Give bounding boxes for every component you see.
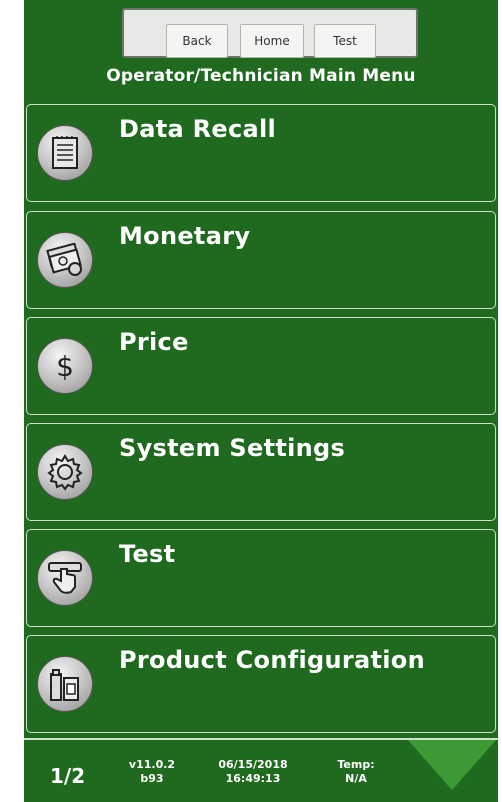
main-menu-screen: Back Home Test Operator/Technician Main … xyxy=(24,0,498,802)
page-indicator: 1/2 xyxy=(50,764,86,788)
menu-item-label: Product Configuration xyxy=(119,646,425,674)
menu-item-label: Monetary xyxy=(119,222,251,250)
version-info: v11.0.2 b93 xyxy=(120,758,184,786)
home-button[interactable]: Home xyxy=(240,24,304,58)
date-time: 06/15/2018 16:49:13 xyxy=(208,758,298,786)
next-page-arrow-icon[interactable] xyxy=(408,740,496,790)
menu-item-label: Price xyxy=(119,328,189,356)
menu-item-label: Data Recall xyxy=(119,115,277,143)
menu-item-system-settings[interactable]: System Settings xyxy=(26,423,496,521)
menu-item-data-recall[interactable]: Data Recall xyxy=(26,104,496,202)
top-nav-bar: Back Home Test xyxy=(122,8,418,58)
status-footer: 1/2 v11.0.2 b93 06/15/2018 16:49:13 Temp… xyxy=(24,738,498,802)
temp-value: N/A xyxy=(345,772,367,785)
menu-item-price[interactable]: $ Price xyxy=(26,317,496,415)
test-nav-button[interactable]: Test xyxy=(314,24,376,58)
temp-label: Temp: xyxy=(337,758,375,771)
temperature: Temp: N/A xyxy=(328,758,384,786)
menu-item-label: Test xyxy=(119,540,176,568)
document-icon xyxy=(37,125,93,181)
dollar-icon: $ xyxy=(37,338,93,394)
menu-item-test[interactable]: Test xyxy=(26,529,496,627)
version-number: v11.0.2 xyxy=(128,758,176,771)
hand-press-icon xyxy=(37,550,93,606)
product-icon xyxy=(37,656,93,712)
time-value: 16:49:13 xyxy=(225,772,281,785)
money-icon xyxy=(37,232,93,288)
gear-icon xyxy=(37,444,93,500)
menu-item-label: System Settings xyxy=(119,434,346,462)
date-value: 06/15/2018 xyxy=(218,758,288,771)
menu-item-monetary[interactable]: Monetary xyxy=(26,211,496,309)
build-number: b93 xyxy=(140,772,164,785)
menu-item-product-configuration[interactable]: Product Configuration xyxy=(26,635,496,733)
page-title: Operator/Technician Main Menu xyxy=(106,66,416,86)
svg-text:$: $ xyxy=(56,350,74,383)
back-button[interactable]: Back xyxy=(166,24,228,58)
